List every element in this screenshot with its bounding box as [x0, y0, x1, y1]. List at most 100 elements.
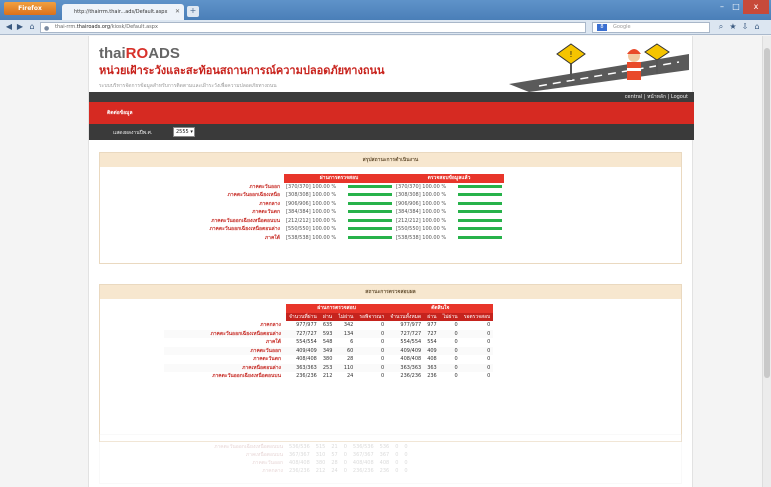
cell-value: 0 — [404, 460, 408, 466]
address-bar[interactable]: ● thai-rrm.thairoads.org/kiosk/Default.a… — [40, 22, 586, 33]
region-name: ภาคใต้ — [264, 234, 280, 241]
cell-value: 408/408 — [296, 356, 317, 363]
region-name: ภาคเหนือตอนล่าง — [164, 363, 286, 372]
cell-value: 349 — [319, 346, 336, 355]
top-links[interactable]: central | หน้าหลัก | Logout — [625, 92, 688, 102]
cell-value: 515 — [315, 444, 326, 450]
status-summary-panel: สรุปสถานะการดำเนินงาน ผ่านการตรวจสอบ ตรว… — [99, 152, 682, 264]
google-icon: 8 — [597, 24, 607, 31]
logo-thai: thai — [99, 45, 126, 62]
browser-tab-bar: Firefox http://thairrm.thair...ads/Defau… — [0, 0, 771, 20]
cell-value: 0 — [439, 363, 461, 372]
verification-row: ภาคตะวันออกเฉียงเหนือตอนล่าง 727/727 593 13… — [164, 329, 494, 338]
status-row: ภาคตะวันออกเฉียงเหนือตอนล่าง [550/550] 10… — [206, 225, 504, 234]
cell-value: 0 — [487, 322, 491, 329]
column-header: รอพิจารณา — [356, 312, 388, 321]
cell-value: 635 — [322, 322, 333, 329]
cell-value: 236/236 — [352, 468, 374, 474]
search-icon[interactable]: ⌕ — [716, 22, 726, 32]
year-select[interactable]: 2555 ▾ — [173, 127, 195, 137]
region-name: ภาคใต้ — [265, 339, 281, 346]
scrollbar-thumb[interactable] — [764, 48, 770, 378]
cell-value: 0 — [487, 339, 491, 346]
cell-value: 409 — [424, 346, 440, 355]
region-name: ภาคตะวันออกเฉียงเหนือตอนบน — [214, 444, 283, 450]
cell-value: 0 — [460, 363, 494, 372]
verification-row: ภาคเหนือตอนล่าง 363/363 253 110 0 363/363 363 0… — [164, 363, 494, 372]
cell-value: 408 — [379, 460, 390, 466]
cell-value: 0 — [487, 373, 491, 380]
cell-value: 310 — [315, 452, 326, 458]
verified-progress-bar — [456, 191, 504, 200]
checked-value: [550/550] 100.00 % — [286, 226, 337, 233]
progress-fill — [458, 193, 502, 197]
verified-progress-bar — [456, 183, 504, 192]
minimize-button[interactable]: – — [715, 0, 729, 14]
home-icon[interactable]: ⌂ — [27, 22, 37, 32]
region-name: ภาคกลาง — [260, 322, 281, 329]
column-header: จำนวนที่ผ่าน — [286, 312, 320, 321]
cell-value: 28 — [346, 356, 354, 363]
checked-progress-bar — [346, 234, 394, 243]
column-header: ไม่ผ่าน — [439, 312, 461, 321]
cell-value: 363/363 — [286, 363, 320, 372]
verified-value: [212/212] 100.00 % — [396, 217, 447, 224]
column-header: ผ่าน — [424, 312, 440, 321]
cell-value: 536/536 — [352, 444, 374, 450]
cell-value: 0 — [356, 346, 388, 355]
faded-row: ภาคกลาง 236/236 212 24 0 236/236 236 0 0 — [164, 467, 411, 475]
col-header-verified: ตรวจสอบข้อมูลแล้ว — [394, 174, 504, 183]
new-tab-button[interactable]: + — [187, 6, 199, 17]
home-toolbar-icon[interactable]: ⌂ — [752, 22, 762, 32]
checked-value: [906/906] 100.00 % — [286, 200, 337, 207]
cell-value: 0 — [404, 452, 408, 458]
progress-fill — [348, 193, 392, 197]
download-icon[interactable]: ⇩ — [740, 22, 750, 32]
faded-row: ภาคเหนือตอนบน 367/367 310 57 0 367/367 367 0 0 — [164, 451, 411, 459]
verified-progress-bar — [456, 208, 504, 217]
contact-menu-item[interactable]: ติดต่อข้อมูล — [107, 109, 133, 117]
cell-value: 380 — [322, 356, 333, 363]
cell-value: 236/236 — [289, 468, 310, 474]
group-header-decided: ตัดสินใจ — [387, 304, 494, 313]
firefox-menu-button[interactable]: Firefox — [4, 2, 56, 15]
verification-row: ภาคตะวันออก 409/409 349 60 0 409/409 409 0 0 — [164, 346, 494, 355]
cell-value: 0 — [395, 452, 399, 458]
cell-value: 253 — [319, 363, 336, 372]
site-logo[interactable]: thaiROADS — [99, 45, 180, 62]
cell-value: 110 — [335, 363, 357, 372]
status-row: ภาคตะวันตก [384/384] 100.00 % [384/384] 10… — [206, 208, 504, 217]
close-window-button[interactable]: x — [743, 0, 769, 14]
tab-title: http://thairrm.thair...ads/Default.aspx — [74, 9, 168, 15]
cell-value: 21 — [331, 444, 338, 450]
col-header-checked: ผ่านการตรวจสอบ — [284, 174, 394, 183]
status-row: ภาคกลาง [906/906] 100.00 % [906/906] 100.0… — [206, 200, 504, 209]
cell-value: 0 — [381, 322, 385, 329]
back-icon[interactable]: ◀ — [4, 22, 14, 32]
bookmark-icon[interactable]: ★ — [728, 22, 738, 32]
close-tab-icon[interactable]: ✕ — [175, 8, 180, 15]
search-box[interactable]: 8 Google — [592, 22, 710, 33]
status-row: ภาคตะวันออกเฉียงเหนือ [308/308] 100.00 % [… — [206, 191, 504, 200]
browser-tab[interactable]: http://thairrm.thair...ads/Default.aspx … — [62, 4, 184, 20]
verified-value: [906/906] 100.00 % — [396, 200, 447, 207]
checked-progress-bar — [346, 208, 394, 217]
region-name: ภาคเหนือตอนบน — [245, 452, 283, 458]
page-scrollbar[interactable] — [762, 36, 771, 487]
verified-value: [384/384] 100.00 % — [396, 209, 447, 216]
url-host: thairoads.org — [76, 24, 111, 30]
cell-value: 236 — [427, 373, 437, 380]
region-name: ภาคตะวันออก — [164, 346, 286, 355]
checked-progress-bar — [346, 225, 394, 234]
filter-bar: แสดงผลงานปีพ.ศ. 2555 ▾ — [89, 124, 694, 140]
group-header-checked: ผ่านการตรวจสอบ — [286, 304, 388, 313]
forward-icon[interactable]: ▶ — [15, 22, 25, 32]
region-name: ภาคตะวันตก — [252, 209, 280, 216]
maximize-button[interactable]: □ — [729, 0, 743, 14]
progress-fill — [348, 218, 392, 222]
verified-value: [308/308] 100.00 % — [396, 192, 447, 199]
region-name: ภาคตะวันออกเฉียงเหนือตอนล่าง — [209, 226, 280, 233]
cell-value: 6 — [350, 339, 354, 346]
cell-value: 134 — [335, 329, 357, 338]
column-header: รอตรวจสอบ — [460, 312, 494, 321]
